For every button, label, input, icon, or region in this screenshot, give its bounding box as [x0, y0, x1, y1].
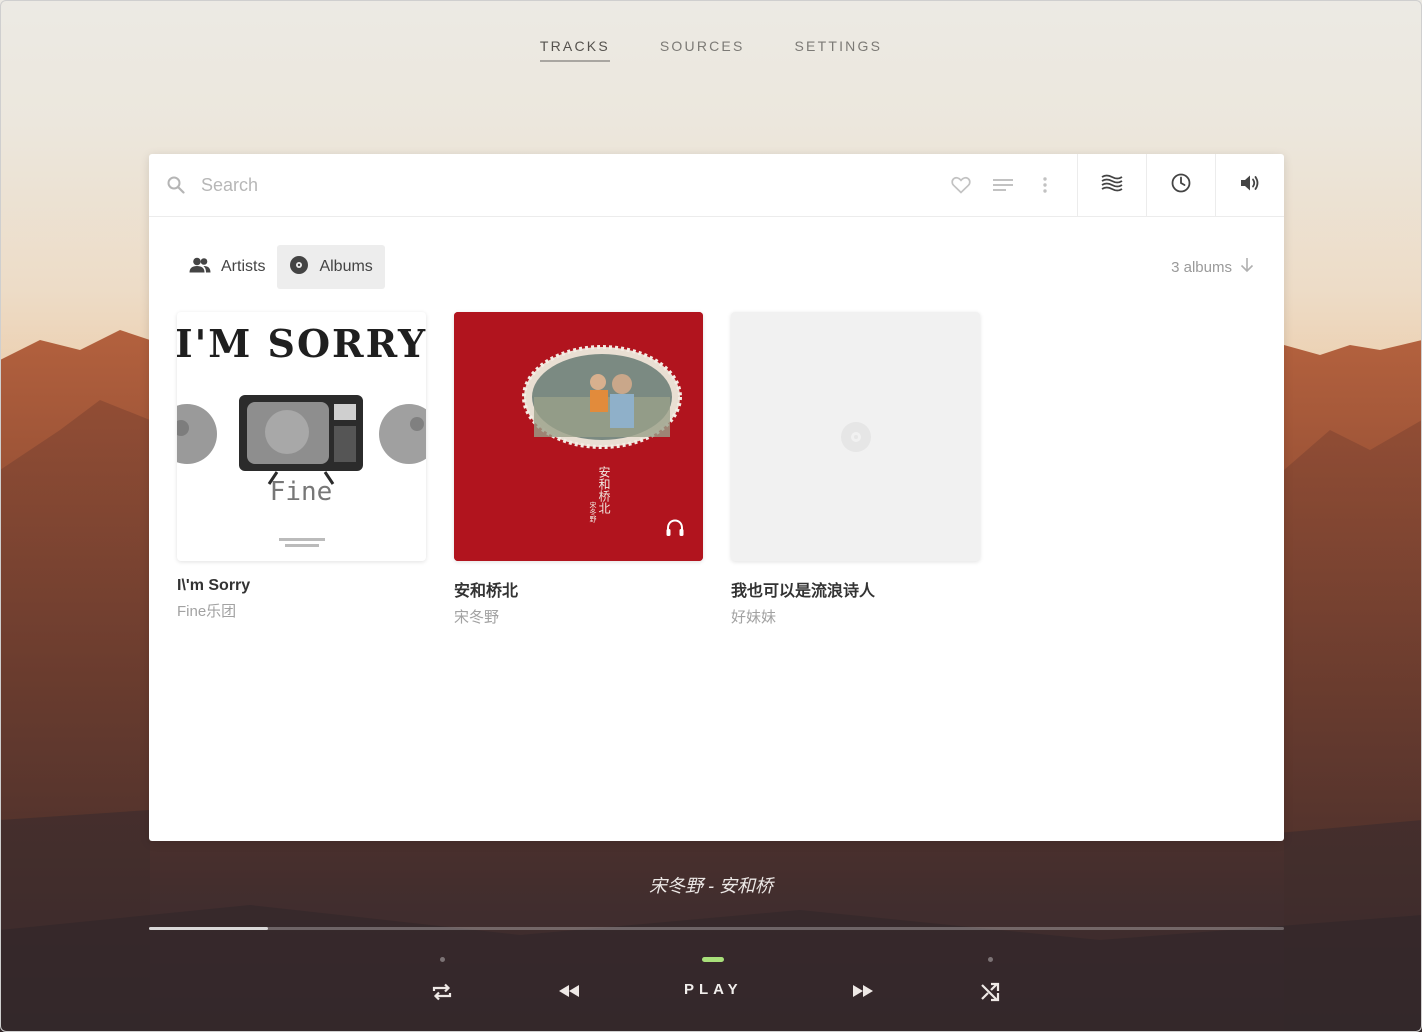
filter-albums-label: Albums [319, 258, 372, 276]
now-playing-headphones-icon [665, 518, 685, 543]
filter-albums[interactable]: Albums [277, 245, 384, 289]
tab-tracks[interactable]: TRACKS [540, 38, 610, 62]
album-grid: I'M SORRY Fine I\'m Sorry [177, 312, 980, 627]
progress-fill [149, 927, 268, 930]
shuffle-indicator [988, 957, 993, 962]
more-vertical-icon[interactable] [1035, 175, 1055, 195]
now-playing-text: 宋冬野 - 安和桥 [0, 872, 1422, 898]
library-filters: Artists Albums [177, 245, 385, 289]
album-artist: 好妹妹 [731, 606, 980, 627]
library-panel: Artists Albums 3 albums I'M SORRY [149, 154, 1284, 841]
cover-title-text: 安和桥北 [597, 465, 611, 515]
shuffle-icon [980, 982, 1000, 1007]
repeat-indicator [440, 957, 445, 962]
search-bar [149, 154, 951, 216]
track-tools [951, 154, 1077, 216]
volume-icon [1240, 174, 1260, 197]
album-card[interactable]: 我也可以是流浪诗人 好妹妹 [731, 312, 980, 627]
album-count: 3 albums [1171, 259, 1232, 276]
search-icon [167, 176, 185, 194]
repeat-button[interactable] [431, 955, 453, 1007]
album-card[interactable]: I'M SORRY Fine I\'m Sorry [177, 312, 426, 627]
rewind-icon [558, 984, 580, 1003]
play-label: PLAY [684, 981, 743, 998]
cover-subtext: 宋冬野 [589, 501, 597, 523]
album-artist: Fine乐团 [177, 600, 426, 621]
album-card[interactable]: 安和桥北 宋冬野 安和桥北 宋冬野 [454, 312, 703, 627]
album-cover: 安和桥北 宋冬野 [454, 312, 703, 561]
people-icon [189, 257, 211, 278]
cover-title-text: I'M SORRY [177, 321, 426, 366]
sort-arrow-down-icon [1240, 257, 1254, 277]
search-input[interactable] [199, 174, 951, 197]
history-button[interactable] [1146, 154, 1215, 216]
play-indicator-bar [702, 957, 724, 962]
heart-icon[interactable] [951, 175, 971, 195]
album-count-sort[interactable]: 3 albums [1171, 257, 1254, 277]
album-title: 我也可以是流浪诗人 [731, 577, 980, 601]
album-artist: 宋冬野 [454, 606, 703, 627]
volume-button[interactable] [1215, 154, 1284, 216]
top-nav: TRACKS SOURCES SETTINGS [0, 38, 1422, 62]
disc-placeholder-icon [840, 421, 872, 458]
disc-icon [289, 255, 309, 280]
album-cover-placeholder [731, 312, 980, 561]
fast-forward-button[interactable] [852, 984, 874, 1003]
tab-settings[interactable]: SETTINGS [795, 38, 883, 62]
list-icon[interactable] [993, 175, 1013, 195]
album-cover: I'M SORRY Fine [177, 312, 426, 561]
filter-artists[interactable]: Artists [177, 245, 277, 289]
progress-bar[interactable] [149, 927, 1284, 930]
cover-logo-text: Fine [270, 477, 333, 507]
filter-artists-label: Artists [221, 258, 265, 276]
album-cover-art: I'M SORRY Fine [177, 312, 426, 561]
toolbar [149, 154, 1284, 217]
tab-sources[interactable]: SOURCES [660, 38, 745, 62]
player-controls: PLAY [0, 955, 1422, 1015]
history-clock-icon [1171, 173, 1191, 198]
repeat-icon [431, 982, 453, 1007]
rewind-button[interactable] [558, 984, 580, 1003]
album-title: 安和桥北 [454, 577, 703, 601]
equalizer-waves-icon [1101, 174, 1123, 197]
fast-forward-icon [852, 984, 874, 1003]
play-button[interactable]: PLAY [684, 955, 743, 998]
equalizer-button[interactable] [1077, 154, 1146, 216]
shuffle-button[interactable] [980, 955, 1000, 1007]
album-title: I\'m Sorry [177, 577, 426, 595]
